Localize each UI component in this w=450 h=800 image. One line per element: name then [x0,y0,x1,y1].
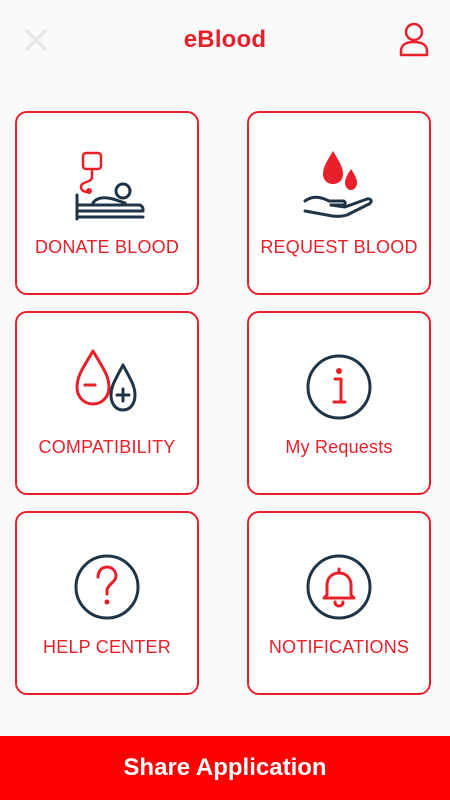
bell-icon [249,543,429,631]
user-icon [399,22,429,57]
profile-button[interactable] [396,20,432,60]
question-icon [17,543,197,631]
share-application-button[interactable]: Share Application [0,736,450,800]
tile-help-center[interactable]: HELP CENTER [15,511,199,695]
request-blood-icon [249,143,429,231]
top-bar: eBlood [0,0,450,82]
tile-label: REQUEST BLOOD [260,237,418,257]
tile-label: DONATE BLOOD [34,237,180,257]
tile-label: COMPATIBILITY [38,437,176,457]
app-title: eBlood [183,26,267,53]
share-label: Share Application [123,754,327,781]
tile-donate-blood[interactable]: DONATE BLOOD [15,111,199,295]
tile-label: HELP CENTER [43,637,171,657]
tile-my-requests[interactable]: My Requests [247,311,431,495]
tile-notifications[interactable]: NOTIFICATIONS [247,511,431,695]
tile-label: NOTIFICATIONS [268,637,410,657]
compatibility-icon [17,343,197,431]
donate-blood-icon [17,143,197,231]
tile-label: My Requests [285,437,393,457]
tile-compatibility[interactable]: COMPATIBILITY [15,311,199,495]
tile-request-blood[interactable]: REQUEST BLOOD [247,111,431,295]
info-icon [249,343,429,431]
